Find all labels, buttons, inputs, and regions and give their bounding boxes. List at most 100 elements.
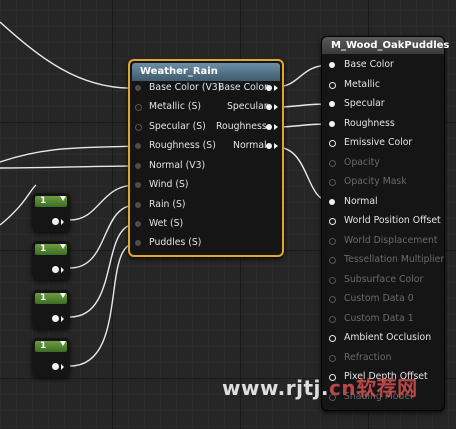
pin-connector-icon[interactable]: [135, 202, 141, 208]
material-pin-roughness[interactable]: Roughness: [329, 118, 395, 130]
pin-label: Normal: [233, 140, 267, 151]
output-connector-icon[interactable]: [52, 315, 59, 322]
pin-connector-icon[interactable]: [135, 124, 142, 131]
output-arrow-icon: [61, 267, 64, 273]
pin-connector-icon[interactable]: [329, 62, 335, 68]
pin-connector-icon[interactable]: [329, 140, 336, 147]
collapse-arrow-icon[interactable]: [60, 341, 66, 346]
input-pin-puddles[interactable]: Puddles (S): [135, 237, 201, 249]
pin-label: Specular (S): [149, 121, 206, 132]
pin-connector-icon[interactable]: [329, 238, 336, 245]
material-pin-normal[interactable]: Normal: [329, 196, 378, 208]
pin-label: Emissive Color: [344, 137, 413, 148]
material-pin-metallic[interactable]: Metallic: [329, 79, 380, 91]
output-pin-normal[interactable]: Normal: [233, 140, 267, 152]
pin-label: Custom Data 0: [344, 293, 414, 304]
constant-node-1[interactable]: 1: [32, 193, 70, 232]
material-pin-opacity[interactable]: Opacity: [329, 157, 380, 169]
pin-connector-icon[interactable]: [329, 179, 336, 186]
pin-label: Wind (S): [149, 179, 189, 190]
material-pin-specular[interactable]: Specular: [329, 98, 385, 110]
wire-const-4: [69, 242, 137, 367]
material-pin-world-displacement[interactable]: World Displacement: [329, 235, 438, 247]
constant-node-3[interactable]: 1: [32, 290, 70, 329]
pin-label: Wet (S): [149, 218, 184, 229]
pin-label: Refraction: [344, 352, 392, 363]
pin-connector-icon[interactable]: [135, 182, 141, 188]
pin-connector-icon[interactable]: [135, 163, 141, 169]
output-arrow-icon: [61, 364, 64, 370]
input-pin-wet[interactable]: Wet (S): [135, 218, 183, 230]
pin-connector-icon[interactable]: [329, 218, 336, 225]
pin-connector-icon[interactable]: [329, 257, 336, 264]
pin-connector-icon[interactable]: [329, 296, 336, 303]
pin-connector-icon[interactable]: [329, 101, 335, 107]
collapse-arrow-icon[interactable]: [60, 244, 66, 249]
watermark: www.rjtj.cn软荐网: [222, 376, 418, 400]
pin-label: Tessellation Multiplier: [344, 254, 445, 265]
input-pin-normal[interactable]: Normal (V3): [135, 160, 205, 172]
input-pin-rain[interactable]: Rain (S): [135, 199, 186, 211]
pin-label: Normal: [344, 196, 378, 207]
pin-label: Normal (V3): [149, 160, 206, 171]
pin-label: Subsurface Color: [344, 274, 424, 285]
wire-const-2: [69, 204, 137, 269]
material-pin-refraction[interactable]: Refraction: [329, 352, 391, 364]
output-connector-icon[interactable]: [266, 143, 272, 149]
material-pin-base-color[interactable]: Base Color: [329, 59, 394, 71]
input-pin-roughness[interactable]: Roughness (S): [135, 140, 216, 152]
material-pin-tessellation-multiplier[interactable]: Tessellation Multiplier: [329, 254, 444, 266]
material-node-title: M_Wood_OakPuddles: [322, 37, 449, 54]
output-pin-roughness[interactable]: Roughness: [216, 121, 267, 133]
constant-node-2[interactable]: 1: [32, 241, 70, 280]
pin-connector-icon[interactable]: [329, 335, 336, 342]
output-connector-icon[interactable]: [266, 104, 272, 110]
output-arrow-icon: [274, 104, 278, 110]
pin-connector-icon[interactable]: [135, 85, 141, 91]
pin-connector-icon[interactable]: [329, 277, 336, 284]
material-pin-custom-data-1[interactable]: Custom Data 1: [329, 313, 414, 325]
pin-connector-icon[interactable]: [329, 355, 336, 362]
pin-label: World Position Offset: [344, 215, 441, 226]
wire-const-1: [69, 184, 137, 221]
material-pin-subsurface-color[interactable]: Subsurface Color: [329, 274, 423, 286]
pin-connector-icon[interactable]: [329, 82, 336, 89]
output-pin-specular[interactable]: Specular: [227, 101, 268, 113]
output-connector-icon[interactable]: [52, 218, 59, 225]
output-connector-icon[interactable]: [266, 124, 272, 130]
pin-connector-icon[interactable]: [135, 143, 141, 149]
material-pin-world-position-offset[interactable]: World Position Offset: [329, 215, 441, 227]
output-connector-icon[interactable]: [52, 363, 59, 370]
pin-label: Opacity: [344, 157, 380, 168]
pin-label: Metallic: [344, 79, 380, 90]
pin-label: Roughness (S): [149, 140, 216, 151]
pin-label: Roughness: [216, 121, 267, 132]
pin-connector-icon[interactable]: [329, 316, 336, 323]
output-pin-base-color[interactable]: Base Color: [218, 82, 268, 94]
pin-label: Metallic (S): [149, 101, 202, 112]
pin-connector-icon[interactable]: [135, 240, 141, 246]
wire-const-3: [69, 223, 137, 318]
pin-label: Base Color: [218, 82, 268, 93]
pin-label: Ambient Occlusion: [344, 332, 432, 343]
input-pin-specular[interactable]: Specular (S): [135, 121, 206, 133]
material-pin-emissive-color[interactable]: Emissive Color: [329, 137, 412, 149]
output-connector-icon[interactable]: [52, 266, 59, 273]
pin-connector-icon[interactable]: [135, 221, 141, 227]
output-connector-icon[interactable]: [266, 85, 272, 91]
pin-connector-icon[interactable]: [135, 104, 142, 111]
constant-node-4[interactable]: 1: [32, 338, 70, 377]
material-pin-opacity-mask[interactable]: Opacity Mask: [329, 176, 407, 188]
input-pin-metallic[interactable]: Metallic (S): [135, 101, 201, 113]
collapse-arrow-icon[interactable]: [60, 293, 66, 298]
material-pin-custom-data-0[interactable]: Custom Data 0: [329, 293, 414, 305]
output-arrow-icon: [274, 143, 278, 149]
pin-connector-icon[interactable]: [329, 121, 335, 127]
input-pin-wind[interactable]: Wind (S): [135, 179, 188, 191]
pin-connector-icon[interactable]: [329, 199, 335, 205]
pin-connector-icon[interactable]: [329, 160, 336, 167]
collapse-arrow-icon[interactable]: [60, 196, 66, 201]
input-pin-base-color[interactable]: Base Color (V3): [135, 82, 221, 94]
pin-label: Specular: [344, 98, 385, 109]
material-pin-ambient-occlusion[interactable]: Ambient Occlusion: [329, 332, 431, 344]
